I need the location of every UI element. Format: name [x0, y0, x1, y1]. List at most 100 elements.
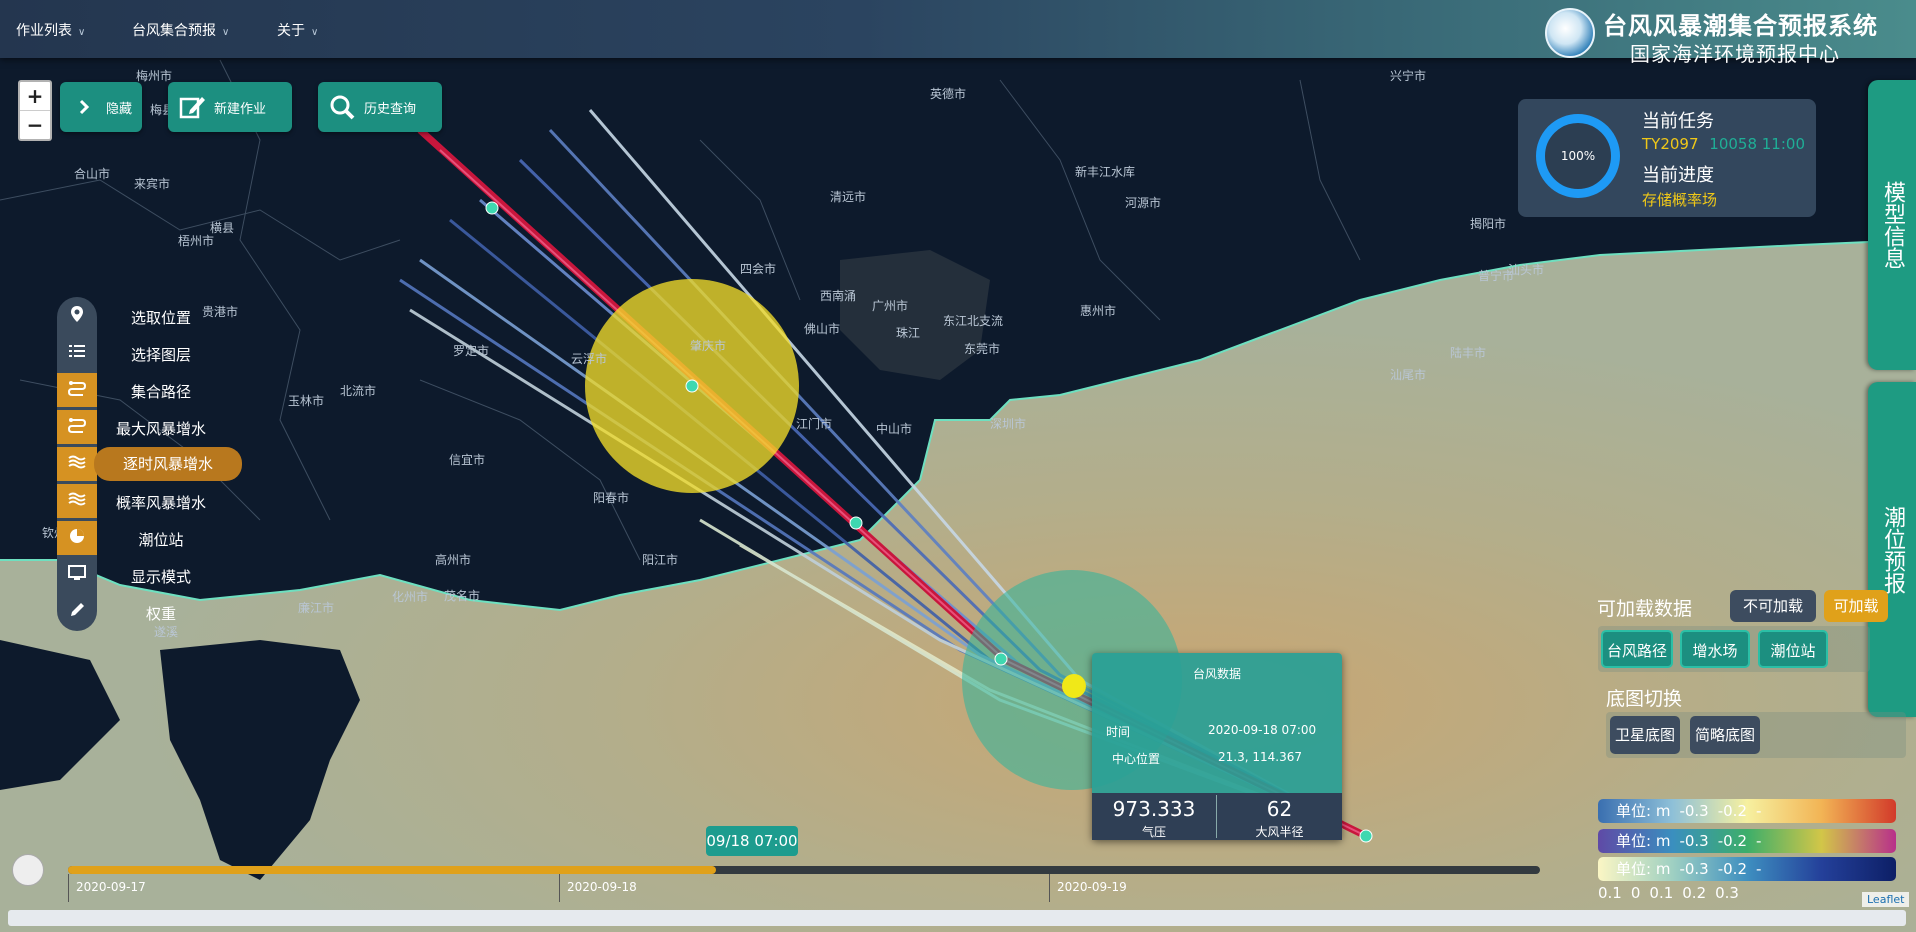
sidebar-toggle-5[interactable] — [57, 447, 97, 481]
surge-field-layer-button[interactable]: 增水场 — [1680, 630, 1750, 668]
city-label: 阳春市 — [593, 490, 629, 505]
basemap-switch-title: 底图切换 — [1606, 688, 1683, 710]
city-label: 来宾市 — [134, 176, 170, 191]
timeline-date-3: 2020-09-19 — [1057, 880, 1127, 894]
legend-tick: 0.1 — [1649, 884, 1674, 902]
city-label: 惠州市 — [1080, 303, 1116, 318]
city-label: 茂名市 — [444, 588, 480, 603]
city-label: 兴宁市 — [1390, 68, 1426, 83]
legend-unit: 单位: m — [1616, 832, 1671, 850]
pie-icon — [68, 527, 86, 549]
system-title: 台风风暴潮集合预报系统 — [1603, 12, 1878, 40]
sidebar-item-label[interactable]: 选择图层 — [86, 344, 236, 365]
popup-title: 台风数据 — [1192, 667, 1241, 681]
sidebar-item-label[interactable]: 权重 — [86, 603, 236, 624]
typhoon-data-popup: 台风数据 时间 2020-09-18 07:00 中心位置 21.3, 114.… — [1092, 653, 1342, 840]
tab-tide-forecast[interactable]: 潮位预报 — [1868, 382, 1916, 717]
leaflet-attribution[interactable]: Leaflet — [1862, 892, 1910, 907]
city-label: 肇庆市 — [690, 338, 726, 353]
simple-basemap-button[interactable]: 简略底图 — [1690, 716, 1760, 754]
city-label: 东江北支流 — [943, 314, 1003, 328]
popup-center-label: 中心位置 — [1112, 752, 1161, 766]
zoom-in-button[interactable]: + — [20, 82, 50, 110]
city-label: 河源市 — [1125, 195, 1161, 210]
task-id-line: TY2097 10058 11:00 — [1642, 135, 1805, 153]
legend-unit: 单位: m — [1616, 860, 1671, 878]
new-job-button[interactable]: 新建作业 — [168, 82, 292, 132]
chevron-down-icon: ∨ — [78, 27, 86, 38]
legend-tick: -0.3 — [1679, 802, 1709, 820]
progress-ring: 100% — [1536, 114, 1620, 198]
city-label: 中山市 — [876, 421, 912, 436]
pressure-value: 973.333 — [1112, 797, 1196, 821]
play-button[interactable] — [12, 854, 44, 886]
tide-station-layer-button[interactable]: 潮位站 — [1758, 630, 1828, 668]
sidebar-item-label[interactable]: 最大风暴增水 — [86, 418, 236, 439]
city-label: 陆丰市 — [1450, 345, 1486, 360]
tab-model-info[interactable]: 模型信息 — [1868, 80, 1916, 370]
timeline-date-2: 2020-09-18 — [567, 880, 637, 894]
hide-button[interactable]: 隐藏 — [60, 82, 142, 132]
route-icon — [67, 379, 87, 401]
city-label: 信宜市 — [449, 452, 485, 467]
legend-tick: 0 — [1630, 884, 1641, 902]
chevron-right-icon — [70, 93, 98, 121]
satellite-basemap-button[interactable]: 卫星底图 — [1610, 716, 1680, 754]
horizontal-scrollbar[interactable] — [8, 910, 1906, 926]
color-legend-1: 单位: m-0.3-0.2-0.100.10.20.3 — [1598, 799, 1896, 844]
task-time: 10058 11:00 — [1709, 135, 1805, 153]
history-label: 历史查询 — [364, 101, 417, 117]
sidebar-item-label[interactable]: 概率风暴增水 — [86, 492, 236, 513]
edit-icon — [178, 93, 206, 121]
menu-job-list-label: 作业列表 — [16, 23, 72, 39]
list-icon — [68, 342, 86, 364]
legend-tick: -0.2 — [1717, 832, 1747, 850]
city-label: 东莞市 — [964, 341, 1000, 356]
timeline-slider[interactable] — [68, 866, 1540, 874]
legend-tick: 0.3 — [1715, 884, 1739, 902]
sidebar-item-label[interactable]: 选取位置 — [86, 307, 236, 328]
sidebar-item-label[interactable]: 显示模式 — [86, 566, 236, 587]
city-label: 深圳市 — [990, 416, 1026, 431]
not-loadable-badge: 不可加载 — [1730, 590, 1816, 622]
map-pin-icon — [68, 305, 86, 327]
tick-line — [1049, 874, 1050, 902]
menu-job-list[interactable]: 作业列表 ∨ — [16, 20, 85, 40]
loadable-data-title: 可加载数据 — [1597, 598, 1693, 620]
current-time-bubble: 09/18 07:00 — [706, 826, 798, 856]
city-label: 化州市 — [392, 589, 428, 604]
menu-about-label: 关于 — [277, 23, 305, 39]
popup-time-value: 2020-09-18 07:00 — [1208, 723, 1317, 737]
typhoon-track-layer-button[interactable]: 台风路径 — [1601, 630, 1673, 668]
color-legend-2: 单位: m-0.3-0.2-0.100.10.20.3 — [1598, 829, 1896, 874]
color-legend-3: 单位: m -0.3 -0.2 -0.1 0 0.1 0.2 0.3 — [1598, 857, 1896, 902]
city-label: 合山市 — [74, 166, 110, 181]
legend-tick: -0.3 — [1679, 832, 1709, 850]
menu-about[interactable]: 关于 ∨ — [277, 20, 318, 40]
city-label: 高州市 — [435, 552, 471, 567]
sidebar-item-label[interactable]: 集合路径 — [86, 381, 236, 402]
menu-ensemble-forecast[interactable]: 台风集合预报 ∨ — [132, 20, 229, 40]
wave-icon — [68, 490, 86, 512]
current-task-label: 当前任务 — [1642, 111, 1714, 132]
tick-line — [559, 874, 560, 902]
search-icon — [328, 93, 356, 121]
city-label: 遂溪 — [154, 625, 178, 639]
legend-tick: -0.2 — [1717, 860, 1747, 878]
legend-tick: -0.2 — [1717, 802, 1747, 820]
top-navigation-bar: 作业列表 ∨ 台风集合预报 ∨ 关于 ∨ 台风风暴潮集合预报系统 国家海洋环境预报中心 — [0, 0, 1916, 66]
hide-button-label: 隐藏 — [106, 101, 133, 117]
zoom-out-button[interactable]: − — [20, 110, 50, 139]
city-label: 玉林市 — [288, 393, 324, 408]
typhoon-center-marker[interactable] — [1062, 674, 1086, 698]
city-label: 四会市 — [740, 261, 776, 276]
timeline-ticks — [68, 874, 1540, 904]
agency-name: 国家海洋环境预报中心 — [1630, 42, 1840, 66]
sidebar-item-label[interactable]: 潮位站 — [86, 529, 236, 550]
loadable-badge: 可加载 — [1824, 590, 1888, 622]
current-progress-label: 当前进度 — [1642, 165, 1714, 186]
history-button[interactable]: 历史查询 — [318, 82, 442, 132]
sidebar-item-label[interactable]: 逐时风暴增水 — [94, 447, 242, 481]
popup-stats: 973.333 气压 62 大风半径 — [1092, 793, 1342, 840]
wind-radius-label: 大风半径 — [1255, 825, 1304, 839]
